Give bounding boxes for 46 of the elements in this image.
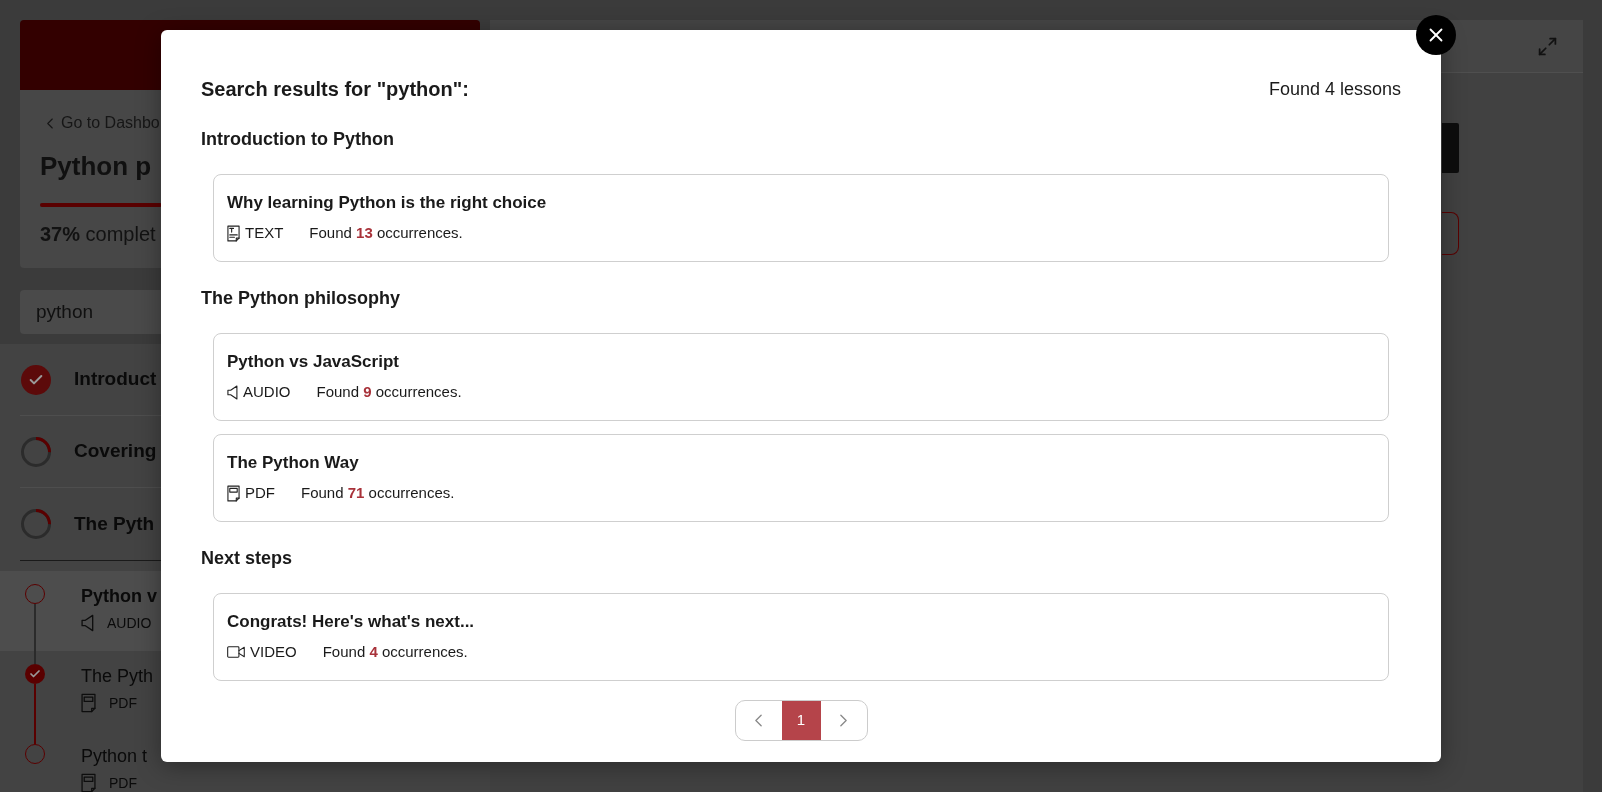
result-title: Python vs JavaScript [227, 351, 399, 373]
result-card[interactable]: Congrats! Here's what's next... VIDEO Found 4 occurrences. [213, 593, 1389, 681]
lesson-item[interactable]: The Pyth PDF [0, 651, 162, 731]
page-button[interactable]: 1 [781, 701, 821, 740]
video-camera-icon [227, 646, 245, 658]
result-title: The Python Way [227, 452, 359, 474]
outlined-button-edge[interactable] [1442, 212, 1459, 255]
result-title: Why learning Python is the right choice [227, 192, 547, 214]
chevron-left-icon [47, 117, 53, 129]
speaker-icon [81, 614, 94, 632]
lesson-type: PDF [109, 693, 137, 713]
speaker-icon [227, 384, 238, 400]
search-field[interactable]: python [20, 290, 162, 334]
chevron-left-icon [755, 714, 762, 727]
lesson-title: The Pyth [81, 665, 154, 688]
expand-icon[interactable] [1537, 35, 1558, 57]
result-card[interactable]: Why learning Python is the right choice TEXT Found 13 occurrences. [213, 174, 1389, 262]
result-card[interactable]: The Python Way PDF Found 71 occurrences. [213, 434, 1389, 522]
lesson-title: Python v [81, 585, 157, 608]
section-heading: The Python philosophy [201, 287, 400, 310]
occurrence-count: Found 13 occurrences. [309, 222, 463, 243]
section-item[interactable]: The Pyth [20, 488, 162, 560]
text-document-icon [227, 224, 240, 242]
lesson-type: AUDIO [107, 613, 152, 633]
occurrence-count: Found 9 occurrences. [316, 381, 462, 402]
result-title: Congrats! Here's what's next... [227, 611, 475, 633]
file-icon [81, 693, 96, 713]
result-card[interactable]: Python vs JavaScript AUDIO Found 9 occurrences. [213, 333, 1389, 421]
occurrence-count: Found 71 occurrences. [301, 482, 455, 503]
result-type: AUDIO [243, 381, 291, 402]
chevron-right-icon [840, 714, 847, 727]
lesson-type: PDF [109, 773, 137, 792]
result-type: VIDEO [250, 641, 297, 662]
file-icon [81, 773, 96, 792]
result-type: PDF [245, 482, 275, 503]
lesson-item[interactable]: Python t PDF [0, 731, 162, 792]
lesson-title: Python t [81, 745, 148, 768]
close-button[interactable] [1416, 15, 1456, 55]
section-heading: Introduction to Python [201, 128, 394, 151]
dialog-title: Search results for "python": [201, 77, 469, 102]
file-icon [227, 484, 240, 502]
lesson-item[interactable]: Python v AUDIO [0, 571, 162, 651]
section-heading: Next steps [201, 547, 293, 570]
result-type: TEXT [245, 222, 284, 243]
results-count: Found 4 lessons [1268, 77, 1401, 101]
occurrence-count: Found 4 occurrences. [322, 641, 468, 662]
